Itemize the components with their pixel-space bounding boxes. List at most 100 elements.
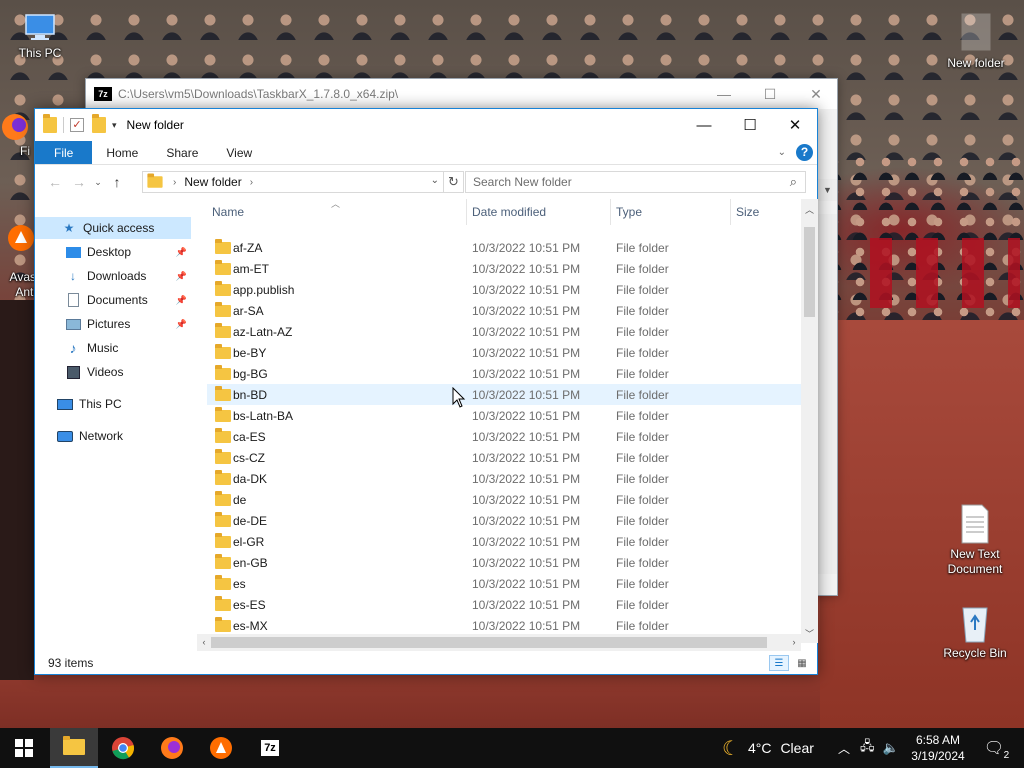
- scroll-left-arrow-icon[interactable]: ‹: [197, 634, 211, 651]
- refresh-button[interactable]: ↻: [444, 171, 464, 193]
- pin-icon[interactable]: 📌: [176, 295, 187, 306]
- scrollbar-thumb[interactable]: [211, 637, 767, 648]
- file-row[interactable]: az-Latn-AZ 10/3/2022 10:51 PM File folder: [207, 321, 803, 342]
- file-row[interactable]: af-ZA 10/3/2022 10:51 PM File folder: [207, 237, 803, 258]
- folder-icon: [215, 575, 231, 590]
- file-row[interactable]: app.publish 10/3/2022 10:51 PM File folder: [207, 279, 803, 300]
- properties-icon[interactable]: ✓: [70, 118, 84, 132]
- file-row[interactable]: bn-BD 10/3/2022 10:51 PM File folder: [207, 384, 803, 405]
- pin-icon[interactable]: 📌: [176, 247, 187, 258]
- start-button[interactable]: [0, 728, 48, 768]
- breadcrumb-new-folder[interactable]: New folder: [184, 175, 241, 189]
- sevenzip-close-button[interactable]: ✕: [793, 79, 839, 109]
- address-dropdown-icon[interactable]: ⌄: [431, 175, 439, 186]
- scroll-up-arrow-icon[interactable]: ︿: [801, 203, 818, 216]
- help-icon[interactable]: ?: [796, 144, 813, 161]
- desktop-icon-recycle-bin[interactable]: Recycle Bin: [935, 602, 1015, 661]
- tab-home[interactable]: Home: [92, 141, 152, 164]
- nav-item-network[interactable]: Network: [35, 425, 191, 447]
- tab-view[interactable]: View: [212, 141, 266, 164]
- horizontal-scrollbar[interactable]: ‹ ›: [197, 634, 801, 651]
- volume-muted-icon[interactable]: 🔈: [883, 740, 899, 756]
- desktop-icon-new-text-document[interactable]: New Text Document: [935, 503, 1015, 577]
- address-bar[interactable]: › New folder › ⌄: [142, 171, 444, 193]
- expand-ribbon-chevron-icon[interactable]: ⌄: [778, 147, 786, 158]
- nav-item-music[interactable]: ♪ Music: [35, 337, 191, 359]
- taskbar-avast[interactable]: [197, 728, 245, 768]
- pin-icon[interactable]: 📌: [176, 271, 187, 282]
- sevenzip-minimize-button[interactable]: —: [701, 79, 747, 109]
- desktop-icon-this-pc[interactable]: This PC: [0, 10, 80, 61]
- taskbar-chrome[interactable]: [99, 728, 147, 768]
- column-header-size[interactable]: Size: [730, 199, 810, 225]
- customize-toolbar-caret-icon[interactable]: ▾: [112, 120, 117, 131]
- sevenzip-maximize-button[interactable]: ☐: [747, 79, 793, 109]
- column-header-name[interactable]: Name: [207, 199, 465, 225]
- file-row[interactable]: es-ES 10/3/2022 10:51 PM File folder: [207, 594, 803, 615]
- network-icon[interactable]: 🖧: [860, 737, 875, 759]
- nav-item-label: Documents: [87, 293, 148, 307]
- column-header-type[interactable]: Type: [610, 199, 729, 225]
- nav-item-this-pc[interactable]: This PC: [35, 393, 191, 415]
- scrollbar-thumb[interactable]: [804, 227, 815, 317]
- maximize-button[interactable]: ☐: [727, 109, 773, 141]
- scroll-right-arrow-icon[interactable]: ›: [787, 634, 801, 651]
- nav-item-documents[interactable]: Documents 📌: [35, 289, 191, 311]
- forward-arrow-icon[interactable]: →: [67, 174, 91, 190]
- file-row[interactable]: be-BY 10/3/2022 10:51 PM File folder: [207, 342, 803, 363]
- large-icons-view-icon[interactable]: ▦: [792, 655, 812, 671]
- file-row[interactable]: de 10/3/2022 10:51 PM File folder: [207, 489, 803, 510]
- sevenzip-dropdown[interactable]: ▼: [817, 179, 837, 201]
- file-row[interactable]: es 10/3/2022 10:51 PM File folder: [207, 573, 803, 594]
- clock[interactable]: 6:58 AM 3/19/2024: [905, 732, 971, 764]
- mouse-cursor-icon: [452, 387, 466, 408]
- file-row[interactable]: ca-ES 10/3/2022 10:51 PM File folder: [207, 426, 803, 447]
- notification-center-button[interactable]: 🗨 2: [974, 728, 1014, 768]
- file-type: File folder: [616, 387, 669, 402]
- new-folder-icon[interactable]: [92, 114, 106, 133]
- taskbar-file-explorer[interactable]: [50, 728, 98, 768]
- breadcrumb-separator-icon[interactable]: ›: [173, 177, 176, 188]
- file-explorer-window[interactable]: ✓ ▾ New folder — ☐ ✕ File Home Share Vie…: [34, 108, 818, 675]
- taskbar-firefox[interactable]: [148, 728, 196, 768]
- desktop-icon-new-folder[interactable]: New folder: [936, 10, 1016, 71]
- file-row[interactable]: ar-SA 10/3/2022 10:51 PM File folder: [207, 300, 803, 321]
- file-row[interactable]: da-DK 10/3/2022 10:51 PM File folder: [207, 468, 803, 489]
- file-row[interactable]: es-MX 10/3/2022 10:51 PM File folder: [207, 615, 803, 636]
- nav-item-downloads[interactable]: ↓ Downloads 📌: [35, 265, 191, 287]
- desktop-icon-avast-partial[interactable]: Avas Anti: [0, 208, 36, 300]
- sevenzip-scrollbar[interactable]: [817, 214, 837, 574]
- search-input[interactable]: Search New folder ⌕: [465, 171, 806, 193]
- minimize-button[interactable]: —: [681, 109, 727, 141]
- column-header-date-modified[interactable]: Date modified: [466, 199, 609, 225]
- file-row[interactable]: el-GR 10/3/2022 10:51 PM File folder: [207, 531, 803, 552]
- breadcrumb-separator-icon[interactable]: ›: [250, 177, 253, 188]
- file-row[interactable]: bg-BG 10/3/2022 10:51 PM File folder: [207, 363, 803, 384]
- pin-icon[interactable]: 📌: [176, 319, 187, 330]
- file-row[interactable]: en-GB 10/3/2022 10:51 PM File folder: [207, 552, 803, 573]
- file-row[interactable]: bs-Latn-BA 10/3/2022 10:51 PM File folder: [207, 405, 803, 426]
- back-arrow-icon[interactable]: ←: [43, 174, 67, 190]
- taskbar-7zip[interactable]: 7z: [246, 728, 294, 768]
- close-button[interactable]: ✕: [772, 109, 818, 141]
- recent-locations-chevron-icon[interactable]: ⌄: [91, 177, 105, 188]
- file-row[interactable]: cs-CZ 10/3/2022 10:51 PM File folder: [207, 447, 803, 468]
- tab-share[interactable]: Share: [152, 141, 212, 164]
- up-arrow-icon[interactable]: ↑: [105, 174, 129, 190]
- desktop-icon-firefox-partial[interactable]: Fi: [0, 112, 30, 159]
- file-row[interactable]: de-DE 10/3/2022 10:51 PM File folder: [207, 510, 803, 531]
- file-row[interactable]: am-ET 10/3/2022 10:51 PM File folder: [207, 258, 803, 279]
- item-count: 93 items: [48, 656, 94, 670]
- details-view-icon[interactable]: ☰: [769, 655, 789, 671]
- show-hidden-icons-chevron-icon[interactable]: ︿: [838, 740, 850, 757]
- file-date-modified: 10/3/2022 10:51 PM: [472, 261, 581, 276]
- nav-item-pictures[interactable]: Pictures 📌: [35, 313, 191, 335]
- nav-item-desktop[interactable]: Desktop 📌: [35, 241, 191, 263]
- nav-item-quick-access[interactable]: ★ Quick access: [35, 217, 191, 239]
- nav-item-videos[interactable]: Videos: [35, 361, 191, 383]
- scroll-down-arrow-icon[interactable]: ﹀: [801, 627, 818, 640]
- vertical-scrollbar[interactable]: ︿ ﹀: [801, 199, 818, 643]
- tab-file[interactable]: File: [35, 141, 93, 164]
- sevenzip-title: C:\Users\vm5\Downloads\TaskbarX_1.7.8.0_…: [118, 87, 399, 101]
- weather-widget[interactable]: ☾ 4°C Clear: [722, 728, 814, 768]
